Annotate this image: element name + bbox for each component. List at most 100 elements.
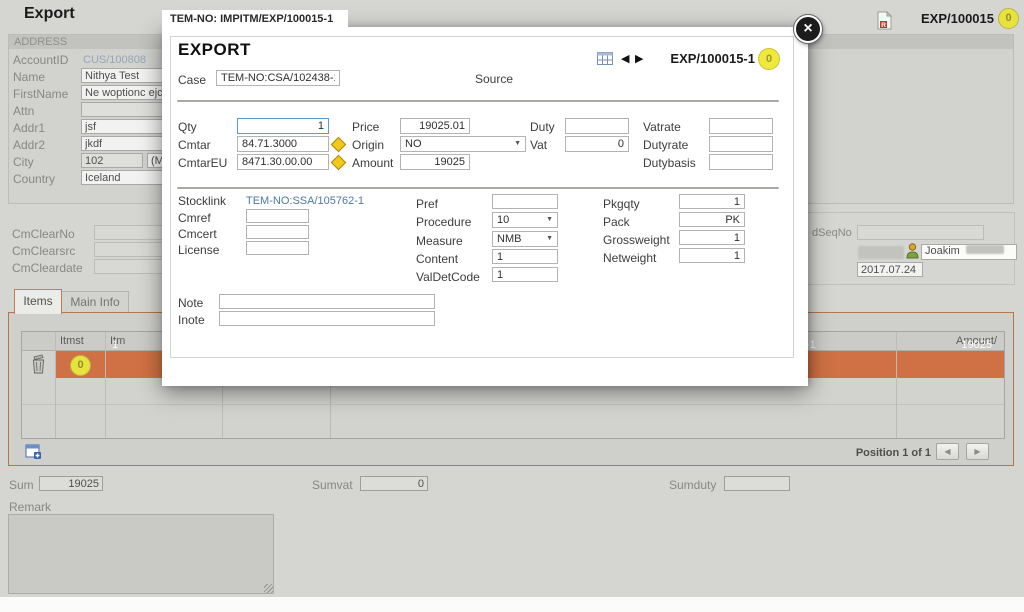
cmcert-label: Cmcert <box>178 227 217 241</box>
valdetcode-field[interactable] <box>492 267 558 282</box>
tab-items[interactable]: Items <box>14 289 62 314</box>
list-view-icon[interactable] <box>597 52 613 70</box>
separator <box>177 187 779 189</box>
note-field[interactable] <box>219 294 435 309</box>
user-name-field[interactable]: Joakim <box>921 244 1017 260</box>
measure-label: Measure <box>416 234 463 248</box>
sum-field[interactable] <box>39 476 103 491</box>
valdetcode-label: ValDetCode <box>416 270 480 284</box>
inote-field[interactable] <box>219 311 435 326</box>
cmtareu-label: CmtarEU <box>178 156 227 170</box>
cmref-field[interactable] <box>246 209 309 223</box>
export-page: Export R EXP/100015 0 ADDRESS AccountID … <box>0 0 1024 612</box>
modal-count-badge: 0 <box>758 48 780 70</box>
col-itmst: Itmst <box>60 335 84 347</box>
date-field[interactable] <box>857 262 923 277</box>
origin-label: Origin <box>352 138 384 152</box>
origin-value: NO <box>405 138 422 150</box>
next-record-icon[interactable]: ▶ <box>635 52 643 65</box>
add-item-icon[interactable] <box>25 444 42 465</box>
source-label: Source <box>475 72 513 86</box>
measure-select[interactable]: NMB ▼ <box>492 231 558 247</box>
cmclearsrc-label: CmClearsrc <box>12 244 75 258</box>
column-divider <box>105 332 106 438</box>
price-label: Price <box>352 120 379 134</box>
cmtareu-field[interactable] <box>237 154 329 170</box>
vatrate-field[interactable] <box>709 118 773 134</box>
delete-row-icon[interactable] <box>30 354 47 379</box>
modal-title: EXPORT <box>178 40 251 60</box>
procedure-label: Procedure <box>416 215 471 229</box>
price-field[interactable] <box>400 118 470 134</box>
name-label: Name <box>13 70 45 84</box>
duty-field[interactable] <box>565 118 629 134</box>
case-label: Case <box>178 73 206 87</box>
grossweight-field[interactable] <box>679 230 745 245</box>
column-divider <box>896 332 897 438</box>
netweight-label: Netweight <box>603 251 656 265</box>
procedure-value: 10 <box>497 214 509 226</box>
modal-document-reference: EXP/100015-1 <box>652 51 755 66</box>
netweight-field[interactable] <box>679 248 745 263</box>
pref-label: Pref <box>416 197 438 211</box>
redacted-name <box>966 245 1004 254</box>
pack-field[interactable] <box>679 212 745 227</box>
amount-field[interactable] <box>400 154 470 170</box>
qty-field[interactable] <box>237 118 329 134</box>
row-amount-value: 19025 <box>896 339 992 351</box>
sumvat-field[interactable] <box>360 476 428 491</box>
vat-field[interactable] <box>565 136 629 152</box>
procedure-select[interactable]: 10 ▼ <box>492 212 558 228</box>
address-panel-title: ADDRESS <box>14 36 67 48</box>
note-label: Note <box>178 296 203 310</box>
accountid-label: AccountID <box>13 53 68 67</box>
dutybasis-field[interactable] <box>709 154 773 170</box>
chevron-down-icon: ▼ <box>546 216 553 223</box>
row-separator <box>22 404 1004 405</box>
license-field[interactable] <box>246 241 309 255</box>
prev-record-icon[interactable]: ◀ <box>621 52 629 65</box>
duty-label: Duty <box>530 120 555 134</box>
city-field[interactable] <box>81 153 143 168</box>
close-icon[interactable]: × <box>794 15 822 43</box>
position-indicator: Position 1 of 1 <box>709 447 931 459</box>
pack-label: Pack <box>603 215 630 229</box>
document-reference: EXP/100015 <box>886 11 994 26</box>
column-divider <box>55 332 56 438</box>
addr2-label: Addr2 <box>13 138 45 152</box>
license-label: License <box>178 243 219 257</box>
cmcert-field[interactable] <box>246 225 309 239</box>
case-field[interactable] <box>216 70 340 86</box>
sum-label: Sum <box>9 478 34 492</box>
country-label: Country <box>13 172 55 186</box>
header-count-badge: 0 <box>998 8 1019 29</box>
stocklink-link[interactable]: TEM-NO:SSA/105762-1 <box>246 195 364 207</box>
resize-handle[interactable] <box>264 584 273 593</box>
modal-window-title: TEM-NO: IMPITM/EXP/100015-1 <box>170 13 333 25</box>
remark-textarea[interactable] <box>8 514 274 594</box>
addr1-label: Addr1 <box>13 121 45 135</box>
export-item-modal: TEM-NO: IMPITM/EXP/100015-1 EXPORT ◀ ▶ E… <box>162 10 808 386</box>
vatrate-label: Vatrate <box>643 120 681 134</box>
dutyrate-field[interactable] <box>709 136 773 152</box>
city-label: City <box>13 155 34 169</box>
qty-label: Qty <box>178 120 197 134</box>
pref-field[interactable] <box>492 194 558 209</box>
next-page-button[interactable]: ▶ <box>966 443 989 460</box>
seqno-field[interactable] <box>857 225 984 240</box>
vat-label: Vat <box>530 138 547 152</box>
accountid-link[interactable]: CUS/100808 <box>83 54 146 66</box>
pkgqty-field[interactable] <box>679 194 745 209</box>
cmtar-field[interactable] <box>237 136 329 152</box>
grossweight-label: Grossweight <box>603 233 670 247</box>
sumvat-label: Sumvat <box>312 478 353 492</box>
redacted-value <box>858 246 904 259</box>
prev-page-button[interactable]: ◀ <box>936 443 959 460</box>
content-field[interactable] <box>492 249 558 264</box>
amount-label: Amount <box>352 156 393 170</box>
sumduty-field[interactable] <box>724 476 790 491</box>
firstname-label: FirstName <box>13 87 68 101</box>
origin-select[interactable]: NO ▼ <box>400 136 526 152</box>
cmclearno-label: CmClearNo <box>12 227 75 241</box>
attn-label: Attn <box>13 104 34 118</box>
